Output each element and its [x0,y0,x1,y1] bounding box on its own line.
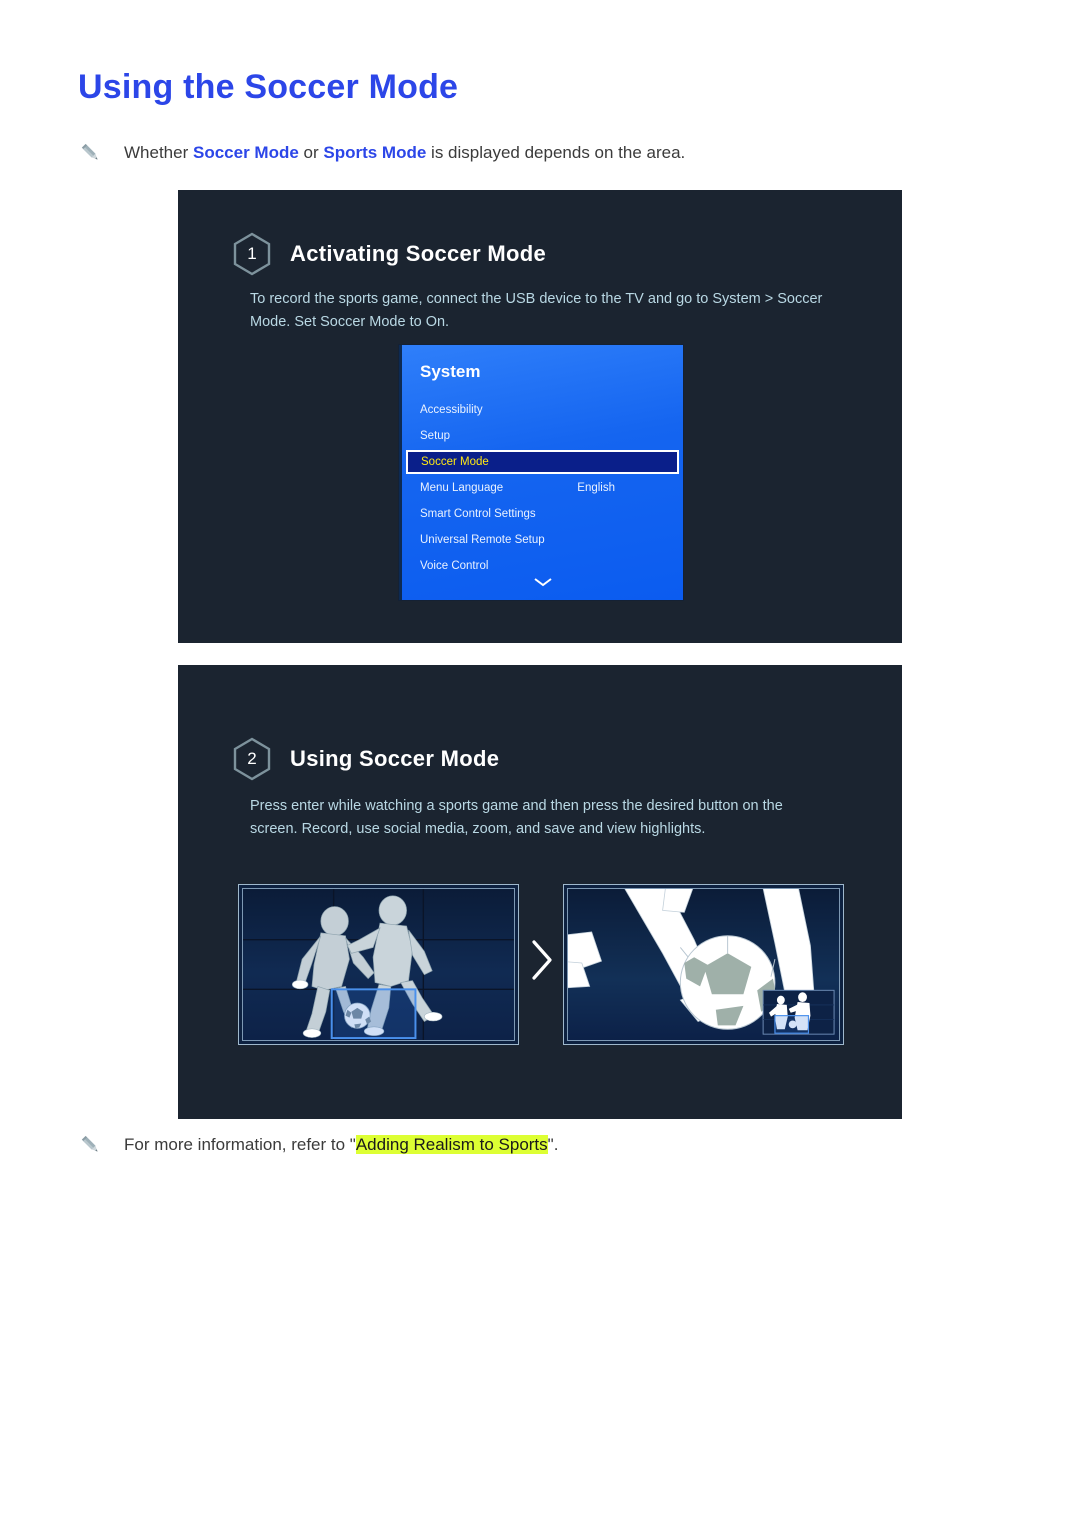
panel-activating-soccer-mode: 1 Activating Soccer Mode To record the s… [178,190,902,643]
tv-menu-item-menu-language[interactable]: Menu Language English [402,475,683,501]
tv-menu-item-label: Soccer Mode [421,456,489,468]
step-badge-2-number: 2 [247,749,257,768]
tv-menu-item-label: Accessibility [420,404,483,416]
tv-menu-item-accessibility[interactable]: Accessibility [402,397,683,423]
pencil-icon [78,1133,104,1159]
step-badge-2: 2 [232,737,272,781]
note-footer-prefix: For more information, refer to " [124,1135,356,1154]
step-badge-1: 1 [232,232,272,276]
page-title: Using the Soccer Mode [78,68,459,106]
tv-menu-item-label: Voice Control [420,560,489,572]
tv-menu-item-setup[interactable]: Setup [402,423,683,449]
tv-menu-item-label: Universal Remote Setup [420,534,545,546]
soccer-scene-wide [238,884,519,1045]
note-intro-keyword-2: Sports Mode [323,143,427,162]
note-footer: For more information, refer to "Adding R… [78,1132,558,1159]
tv-menu-item-smart-control-settings[interactable]: Smart Control Settings [402,501,683,527]
tv-menu-item-value: English [577,482,615,494]
tv-menu-item-label: Setup [420,430,451,442]
tv-menu-item-label: Menu Language [420,482,504,494]
tv-menu-item-soccer-mode[interactable]: Soccer Mode [406,450,679,474]
chevron-down-icon[interactable] [402,576,683,592]
soccer-scene-wide-inner [242,888,515,1041]
note-intro: Whether Soccer Mode or Sports Mode is di… [78,140,685,167]
tv-menu-list: Accessibility Setup Soccer Mode Menu Lan… [402,397,683,579]
note-footer-text: For more information, refer to "Adding R… [124,1132,558,1158]
pencil-icon [78,141,104,167]
note-footer-suffix: ". [547,1135,559,1154]
tv-menu-item-universal-remote-setup[interactable]: Universal Remote Setup [402,527,683,553]
tv-system-menu: System Accessibility Setup Soccer Mode M… [399,345,683,600]
note-intro-suffix: is displayed depends on the area. [426,143,686,162]
note-intro-middle: or [298,143,324,162]
soccer-scene-zoomed [563,884,844,1045]
note-intro-keyword-1: Soccer Mode [192,143,299,162]
note-intro-text: Whether Soccer Mode or Sports Mode is di… [124,140,685,166]
tv-menu-title: System [420,362,481,381]
step-badge-1-number: 1 [247,244,257,263]
note-footer-link[interactable]: Adding Realism to Sports [355,1135,548,1154]
panel-2-title: Using Soccer Mode [290,746,500,771]
tv-menu-item-label: Smart Control Settings [420,508,536,520]
panel-1-header: 1 Activating Soccer Mode [232,232,546,276]
soccer-scene-zoomed-inner [567,888,840,1041]
note-intro-prefix: Whether [124,143,193,162]
chevron-right-icon [524,934,558,986]
panel-1-title: Activating Soccer Mode [290,241,546,266]
panel-2-header: 2 Using Soccer Mode [232,737,499,781]
panel-2-description: Press enter while watching a sports game… [250,798,783,837]
panel-1-description: To record the sports game, connect the U… [250,291,823,330]
